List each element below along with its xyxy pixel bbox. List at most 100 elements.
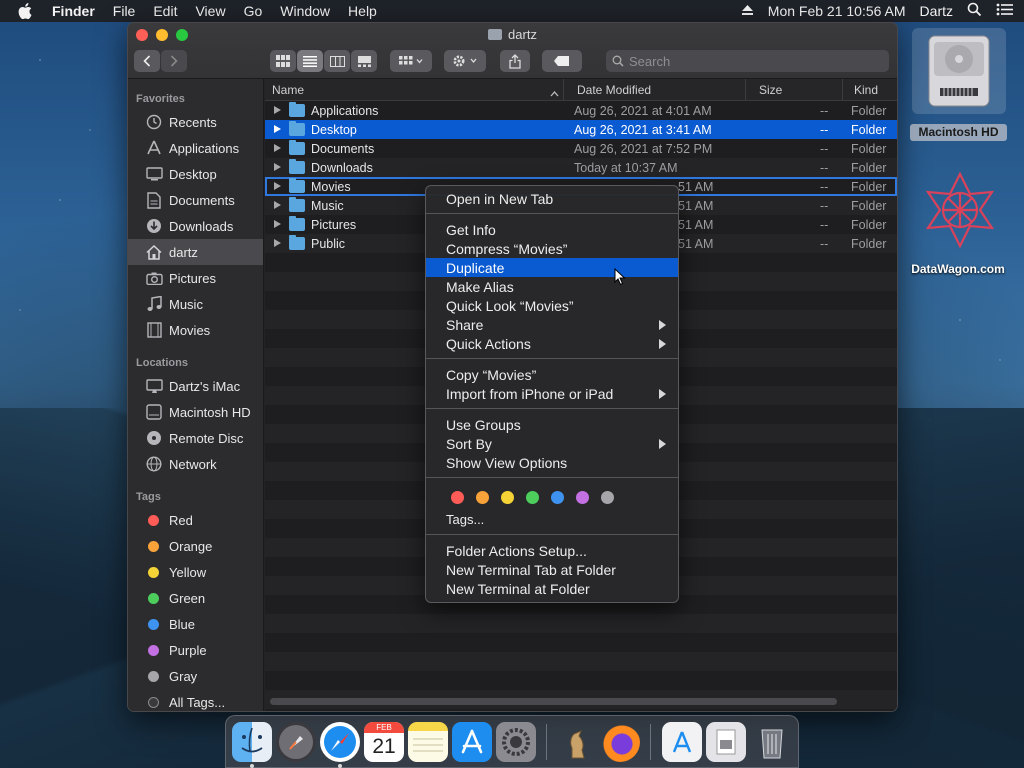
disclosure-triangle-icon[interactable] <box>274 239 281 247</box>
tag-button[interactable] <box>542 50 582 72</box>
disclosure-triangle-icon[interactable] <box>274 125 281 133</box>
menu-file[interactable]: File <box>113 3 136 19</box>
menu-item-new-terminal-tab[interactable]: New Terminal Tab at Folder <box>426 560 678 579</box>
view-column-button[interactable] <box>324 50 350 72</box>
app-store-dock-icon[interactable] <box>452 722 492 762</box>
view-list-button[interactable] <box>297 50 323 72</box>
apple-icon[interactable] <box>18 2 36 20</box>
tag-gray-button[interactable] <box>601 490 614 504</box>
view-gallery-button[interactable] <box>351 50 377 72</box>
menu-item-quick-look[interactable]: Quick Look “Movies” <box>426 296 678 315</box>
search-field[interactable] <box>606 50 889 72</box>
search-input[interactable] <box>629 53 869 69</box>
sidebar-item-music[interactable]: Music <box>128 291 263 317</box>
menu-item-import-from-iphone[interactable]: Import from iPhone or iPad <box>426 384 678 403</box>
finder-dock-icon[interactable] <box>232 722 272 762</box>
sidebar-item-applications[interactable]: Applications <box>128 135 263 161</box>
sidebar-tag-blue[interactable]: Blue <box>128 611 263 637</box>
disclosure-triangle-icon[interactable] <box>274 144 281 152</box>
menu-go[interactable]: Go <box>244 3 263 19</box>
disclosure-triangle-icon[interactable] <box>274 220 281 228</box>
sidebar-item-macintosh-hd[interactable]: Macintosh HD <box>128 399 263 425</box>
menu-item-folder-actions-setup[interactable]: Folder Actions Setup... <box>426 541 678 560</box>
menu-item-copy[interactable]: Copy “Movies” <box>426 365 678 384</box>
file-row-documents[interactable]: Documents Aug 26, 2021 at 7:52 PM -- Fol… <box>265 139 897 158</box>
trash-icon[interactable] <box>752 722 792 762</box>
sidebar-item-pictures[interactable]: Pictures <box>128 265 263 291</box>
disclosure-triangle-icon[interactable] <box>274 182 281 190</box>
file-row-applications[interactable]: Applications Aug 26, 2021 at 4:01 AM -- … <box>265 101 897 120</box>
column-size-header[interactable]: Size <box>759 83 782 97</box>
sidebar-item-recents[interactable]: Recents <box>128 109 263 135</box>
firefox-dock-icon[interactable] <box>600 722 640 762</box>
menubar-user[interactable]: Dartz <box>920 3 953 19</box>
column-name-header[interactable]: Name <box>272 83 304 97</box>
documents-stack-dock-icon[interactable] <box>706 722 746 762</box>
sidebar-tag-gray[interactable]: Gray <box>128 663 263 689</box>
menu-edit[interactable]: Edit <box>153 3 177 19</box>
tag-red-button[interactable] <box>451 490 464 504</box>
disclosure-triangle-icon[interactable] <box>274 201 281 209</box>
menu-item-sort-by[interactable]: Sort By <box>426 434 678 453</box>
menu-app-finder[interactable]: Finder <box>52 3 95 19</box>
tag-orange-button[interactable] <box>476 490 489 504</box>
chess-dock-icon[interactable] <box>556 722 596 762</box>
horizontal-scrollbar[interactable] <box>270 698 837 705</box>
sidebar-item-documents[interactable]: Documents <box>128 187 263 213</box>
menu-help[interactable]: Help <box>348 3 377 19</box>
menu-item-tags[interactable]: Tags... <box>426 510 678 529</box>
menu-item-share[interactable]: Share <box>426 315 678 334</box>
sidebar-item-imac[interactable]: Dartz's iMac <box>128 373 263 399</box>
view-icon-button[interactable] <box>270 50 296 72</box>
tag-blue-button[interactable] <box>551 490 564 504</box>
column-date-header[interactable]: Date Modified <box>577 83 651 97</box>
notification-center-icon[interactable] <box>996 3 1014 19</box>
menu-item-compress[interactable]: Compress “Movies” <box>426 239 678 258</box>
tag-green-button[interactable] <box>526 490 539 504</box>
sidebar-tag-orange[interactable]: Orange <box>128 533 263 559</box>
group-by-button[interactable] <box>390 50 432 72</box>
disclosure-triangle-icon[interactable] <box>274 163 281 171</box>
menubar-clock[interactable]: Mon Feb 21 10:56 AM <box>768 3 906 19</box>
sidebar-item-remote-disc[interactable]: Remote Disc <box>128 425 263 451</box>
menu-item-show-view-options[interactable]: Show View Options <box>426 453 678 472</box>
sidebar-tag-purple[interactable]: Purple <box>128 637 263 663</box>
menu-item-open-in-new-tab[interactable]: Open in New Tab <box>426 189 678 208</box>
sidebar-item-network[interactable]: Network <box>128 451 263 477</box>
file-row-downloads[interactable]: Downloads Today at 10:37 AM -- Folder <box>265 158 897 177</box>
sidebar-tag-green[interactable]: Green <box>128 585 263 611</box>
back-button[interactable] <box>134 50 160 72</box>
sidebar-item-dartz[interactable]: dartz <box>128 239 263 265</box>
menu-item-duplicate[interactable]: Duplicate <box>426 258 678 277</box>
spotlight-search-icon[interactable] <box>967 2 982 20</box>
menu-item-quick-actions[interactable]: Quick Actions <box>426 334 678 353</box>
menu-window[interactable]: Window <box>280 3 330 19</box>
column-kind-header[interactable]: Kind <box>854 83 878 97</box>
action-button[interactable] <box>444 50 486 72</box>
sidebar-item-movies[interactable]: Movies <box>128 317 263 343</box>
sidebar-tag-yellow[interactable]: Yellow <box>128 559 263 585</box>
eject-icon[interactable] <box>741 3 754 19</box>
safari-dock-icon[interactable] <box>320 722 360 762</box>
tag-purple-button[interactable] <box>576 490 589 504</box>
sidebar-all-tags[interactable]: All Tags... <box>128 689 263 711</box>
menu-view[interactable]: View <box>195 3 225 19</box>
menu-item-get-info[interactable]: Get Info <box>426 220 678 239</box>
menu-item-use-groups[interactable]: Use Groups <box>426 415 678 434</box>
menu-item-make-alias[interactable]: Make Alias <box>426 277 678 296</box>
datawagon-logo-icon[interactable] <box>920 170 1000 253</box>
sidebar-item-downloads[interactable]: Downloads <box>128 213 263 239</box>
notes-dock-icon[interactable] <box>408 722 448 762</box>
share-button[interactable] <box>500 50 530 72</box>
sidebar-tag-red[interactable]: Red <box>128 507 263 533</box>
applications-folder-dock-icon[interactable] <box>662 722 702 762</box>
disclosure-triangle-icon[interactable] <box>274 106 281 114</box>
system-preferences-dock-icon[interactable] <box>496 722 536 762</box>
calendar-dock-icon[interactable]: FEB 21 <box>364 722 404 762</box>
sidebar-item-desktop[interactable]: Desktop <box>128 161 263 187</box>
menu-item-new-terminal[interactable]: New Terminal at Folder <box>426 579 678 598</box>
tag-yellow-button[interactable] <box>501 490 514 504</box>
file-row-desktop[interactable]: Desktop Aug 26, 2021 at 3:41 AM -- Folde… <box>265 120 897 139</box>
macintosh-hd-desktop-icon[interactable] <box>912 28 1006 114</box>
forward-button[interactable] <box>161 50 187 72</box>
